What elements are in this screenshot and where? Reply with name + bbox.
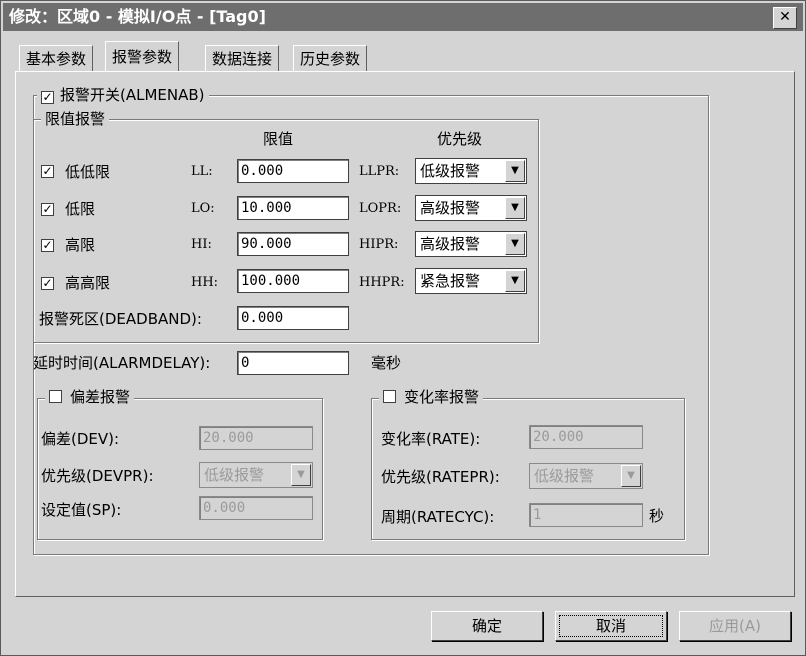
hipr-value: 高级报警 xyxy=(420,235,481,253)
tab-history-params[interactable]: 历史参数 xyxy=(293,45,368,71)
close-icon[interactable]: ✕ xyxy=(773,7,797,29)
lopr-code: LOPR: xyxy=(359,201,402,216)
tab-basic-params[interactable]: 基本参数 xyxy=(19,45,94,71)
hipr-select[interactable]: 高级报警 ▼ xyxy=(415,231,527,257)
title-bar: 修改：区域0 - 模拟I/O点 - [Tag0] ✕ xyxy=(3,3,803,31)
ratepr-label: 优先级(RATEPR): xyxy=(381,468,500,486)
lopr-select[interactable]: 高级报警 ▼ xyxy=(415,195,527,221)
chevron-down-icon[interactable]: ▼ xyxy=(505,270,525,292)
lo-code: LO: xyxy=(191,201,215,216)
hi-label: 高限 xyxy=(65,236,96,254)
ratecyc-unit: 秒 xyxy=(649,507,665,525)
tab-alarm-params[interactable]: 报警参数 xyxy=(105,41,180,71)
deviation-alarm-legend: 偏差报警 xyxy=(45,387,135,407)
limit-column-header: 限值 xyxy=(263,130,294,148)
chevron-down-icon[interactable]: ▼ xyxy=(505,160,525,182)
limit-alarm-legend: 限值报警 xyxy=(41,109,110,129)
ll-code: LL: xyxy=(191,164,213,179)
hhpr-select[interactable]: 紧急报警 ▼ xyxy=(415,268,527,294)
ll-checkbox[interactable]: ✓ xyxy=(41,165,54,178)
rate-alarm-legend: 变化率报警 xyxy=(379,387,484,407)
ll-value-input[interactable]: 0.000 xyxy=(237,159,349,183)
llpr-code: LLPR: xyxy=(359,164,400,179)
sp-label: 设定值(SP): xyxy=(41,501,122,519)
rate-alarm-checkbox[interactable] xyxy=(383,390,396,403)
hh-checkbox[interactable]: ✓ xyxy=(41,277,54,290)
dev-label: 偏差(DEV): xyxy=(41,430,120,448)
alarm-switch-checkbox[interactable]: ✓ xyxy=(41,91,54,104)
lo-value-input[interactable]: 10.000 xyxy=(237,196,349,220)
rate-alarm-title: 变化率报警 xyxy=(404,388,480,406)
deviation-alarm-title: 偏差报警 xyxy=(70,388,131,406)
ratecyc-label: 周期(RATECYC): xyxy=(381,508,495,526)
alarm-delay-input[interactable]: 0 xyxy=(237,351,349,375)
dialog-window: 修改：区域0 - 模拟I/O点 - [Tag0] ✕ 基本参数 报警参数 数据连… xyxy=(0,0,806,656)
hhpr-value: 紧急报警 xyxy=(420,272,481,290)
alarm-switch-label: 报警开关(ALMENAB) xyxy=(60,86,205,104)
llpr-select[interactable]: 低级报警 ▼ xyxy=(415,158,527,184)
chevron-down-icon[interactable]: ▼ xyxy=(505,233,525,255)
rate-label: 变化率(RATE): xyxy=(381,430,481,448)
hh-value-input[interactable]: 100.000 xyxy=(237,269,349,293)
hi-code: HI: xyxy=(191,237,212,252)
window-title: 修改：区域0 - 模拟I/O点 - [Tag0] xyxy=(9,7,266,26)
hh-code: HH: xyxy=(191,275,219,290)
llpr-value: 低级报警 xyxy=(420,162,481,180)
ok-button[interactable]: 确定 xyxy=(431,611,543,641)
ratepr-select[interactable]: 低级报警 ▼ xyxy=(529,463,643,489)
deviation-alarm-checkbox[interactable] xyxy=(49,390,62,403)
chevron-down-icon[interactable]: ▼ xyxy=(505,197,525,219)
hipr-code: HIPR: xyxy=(359,237,399,252)
alarm-switch-legend: ✓ 报警开关(ALMENAB) xyxy=(37,85,209,105)
rate-input[interactable]: 20.000 xyxy=(529,425,643,449)
dev-input[interactable]: 20.000 xyxy=(199,426,313,450)
devpr-label: 优先级(DEVPR): xyxy=(41,467,154,485)
lo-label: 低限 xyxy=(65,200,96,218)
tab-data-connection[interactable]: 数据连接 xyxy=(205,45,280,71)
deadband-input[interactable]: 0.000 xyxy=(237,306,349,330)
devpr-value: 低级报警 xyxy=(204,466,265,484)
alarm-delay-label: 延时时间(ALARMDELAY): xyxy=(33,354,211,372)
hhpr-code: HHPR: xyxy=(359,275,405,290)
priority-column-header: 优先级 xyxy=(437,130,483,148)
sp-input[interactable]: 0.000 xyxy=(199,496,313,520)
cancel-button[interactable]: 取消 xyxy=(555,611,667,641)
ratecyc-input[interactable]: 1 xyxy=(529,503,643,527)
ratepr-value: 低级报警 xyxy=(534,467,595,485)
devpr-select[interactable]: 低级报警 ▼ xyxy=(199,462,313,488)
deadband-label: 报警死区(DEADBAND): xyxy=(39,310,202,328)
alarm-delay-unit: 毫秒 xyxy=(371,354,402,372)
chevron-down-icon[interactable]: ▼ xyxy=(621,465,641,487)
lopr-value: 高级报警 xyxy=(420,199,481,217)
hi-value-input[interactable]: 90.000 xyxy=(237,232,349,256)
lo-checkbox[interactable]: ✓ xyxy=(41,203,54,216)
hh-label: 高高限 xyxy=(65,274,111,292)
apply-button[interactable]: 应用(A) xyxy=(679,611,791,641)
chevron-down-icon[interactable]: ▼ xyxy=(291,464,311,486)
ll-label: 低低限 xyxy=(65,163,111,181)
hi-checkbox[interactable]: ✓ xyxy=(41,239,54,252)
